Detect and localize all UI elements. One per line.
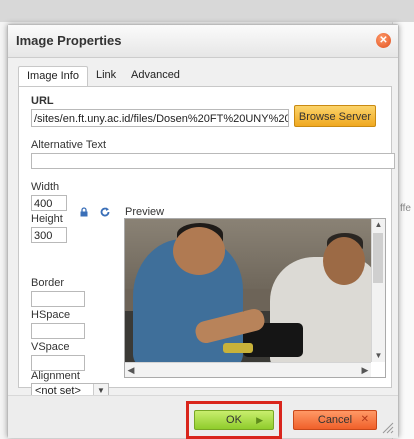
tab-image-info[interactable]: Image Info <box>18 66 88 87</box>
cancel-button-label: Cancel <box>317 414 353 426</box>
preview-label: Preview <box>125 206 165 218</box>
page-edge-text: ffe <box>400 203 411 214</box>
close-icon[interactable]: ✕ <box>376 33 391 48</box>
dialog-footer: OK ▶ Cancel ✕ <box>8 395 398 439</box>
ok-button-label: OK <box>226 414 242 426</box>
preview-area[interactable]: ▲ ▼ ◀ ▶ <box>124 218 386 378</box>
vspace-input[interactable] <box>31 355 85 371</box>
width-input[interactable]: 400 <box>31 195 67 211</box>
chevron-right-icon: ▶ <box>256 415 263 425</box>
scroll-left-icon[interactable]: ◀ <box>125 363 137 377</box>
resize-grip-icon[interactable] <box>380 420 394 434</box>
hspace-input[interactable] <box>31 323 85 339</box>
cancel-button[interactable]: Cancel ✕ <box>293 410 377 430</box>
image-properties-dialog: Image Properties ✕ Image Info Link Advan… <box>7 24 399 439</box>
preview-vertical-scrollbar[interactable]: ▲ ▼ <box>371 219 385 362</box>
scroll-down-icon[interactable]: ▼ <box>373 350 384 362</box>
tab-link[interactable]: Link <box>96 66 116 86</box>
dialog-title: Image Properties <box>16 33 122 48</box>
hspace-label: HSpace <box>31 309 71 321</box>
image-info-panel: URL /sites/en.ft.uny.ac.id/files/Dosen%2… <box>18 86 395 399</box>
border-input[interactable] <box>31 291 85 307</box>
vspace-label: VSpace <box>31 341 70 353</box>
browse-server-button[interactable]: Browse Server <box>294 105 376 127</box>
height-input[interactable]: 300 <box>31 227 67 243</box>
dialog-title-bar[interactable]: Image Properties ✕ <box>8 25 398 58</box>
reset-size-icon[interactable] <box>99 206 111 218</box>
page-top-bar <box>0 0 414 22</box>
ok-button[interactable]: OK ▶ <box>194 410 274 430</box>
width-label: Width <box>31 181 60 193</box>
tab-advanced[interactable]: Advanced <box>131 66 180 86</box>
cancel-x-icon: ✕ <box>360 414 369 425</box>
preview-horizontal-scrollbar[interactable]: ◀ ▶ <box>125 362 371 377</box>
border-label: Border <box>31 277 65 289</box>
scroll-thumb[interactable] <box>373 233 383 283</box>
scroll-up-icon[interactable]: ▲ <box>373 219 384 231</box>
lock-icon[interactable] <box>79 207 89 217</box>
url-label: URL <box>31 95 54 107</box>
alt-text-label: Alternative Text <box>31 139 107 151</box>
alignment-label: Alignment <box>31 370 80 382</box>
height-label: Height <box>31 213 63 225</box>
alt-text-input[interactable] <box>31 153 395 169</box>
preview-image <box>125 219 371 362</box>
url-input[interactable]: /sites/en.ft.uny.ac.id/files/Dosen%20FT%… <box>31 109 289 127</box>
scroll-right-icon[interactable]: ▶ <box>359 363 371 377</box>
